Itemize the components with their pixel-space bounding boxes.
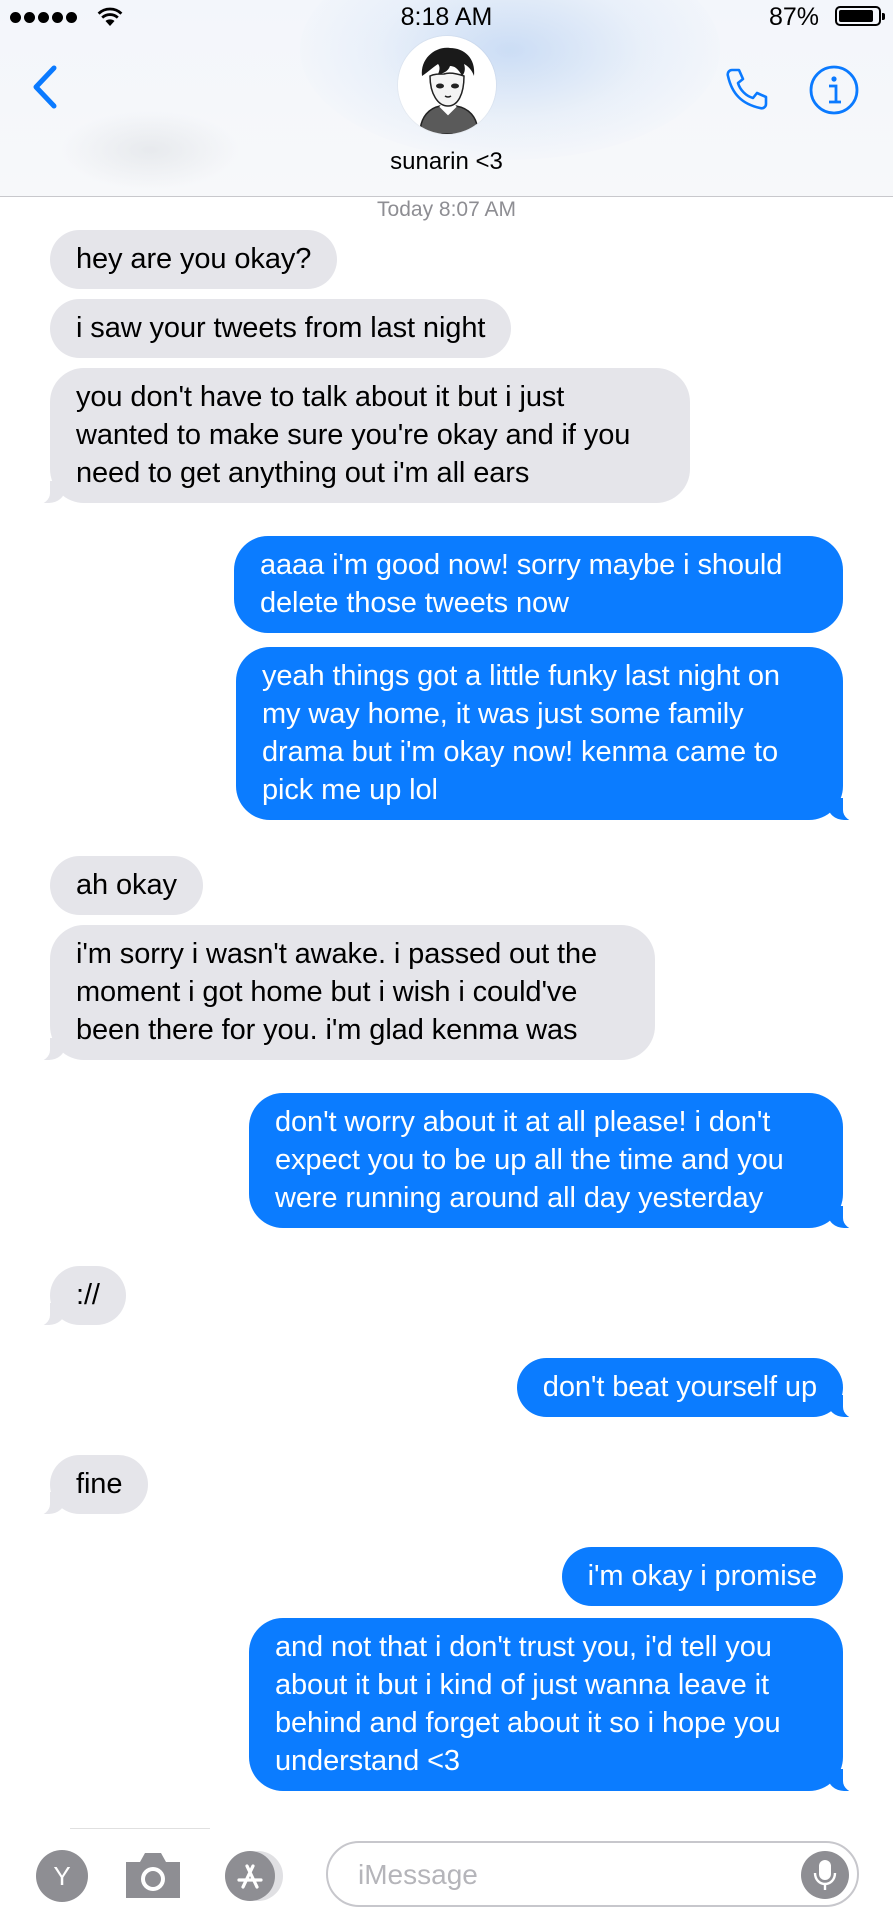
message-input-container[interactable] [326, 1841, 859, 1907]
phone-icon[interactable] [722, 64, 772, 114]
contact-name[interactable]: sunarin <3 [0, 148, 893, 176]
divider [70, 1828, 210, 1829]
contact-avatar[interactable] [398, 36, 496, 134]
camera-icon[interactable] [122, 1848, 184, 1902]
app-store-icon[interactable] [222, 1850, 286, 1902]
sent-message[interactable]: yeah things got a little funky last nigh… [236, 647, 865, 822]
sent-message[interactable]: don't beat yourself up [516, 1358, 866, 1419]
app-letter: Y [53, 1860, 71, 1891]
sent-message[interactable]: and not that i don't trust you, i'd tell… [249, 1618, 865, 1793]
avatar-drawing [398, 36, 496, 134]
battery-percentage: 87% [768, 3, 819, 31]
received-message[interactable]: fine [27, 1455, 149, 1516]
app-drawer-button[interactable]: Y [36, 1850, 88, 1902]
received-message[interactable]: ah okay [50, 856, 203, 915]
sent-message[interactable]: aaaa i'm good now! sorry maybe i should … [234, 536, 843, 633]
conversation-header: 8:18 AM 87% sunarin <3 [0, 0, 893, 197]
status-time: 8:18 AM [400, 3, 493, 31]
message-input[interactable] [356, 1843, 780, 1907]
sent-message[interactable]: don't worry about it at all please! i do… [249, 1093, 865, 1230]
sent-message[interactable]: i'm okay i promise [561, 1547, 843, 1606]
battery-icon [835, 6, 885, 26]
mic-glyph [813, 1860, 837, 1890]
received-message[interactable]: i saw your tweets from last night [50, 299, 512, 358]
chevron-left-icon[interactable] [28, 62, 60, 112]
info-icon[interactable] [808, 64, 860, 116]
received-message[interactable]: i'm sorry i wasn't awake. i passed out t… [28, 925, 655, 1062]
status-bar: 8:18 AM 87% [0, 0, 893, 36]
conversation-timestamp: Today 8:07 AM [377, 198, 516, 221]
microphone-icon[interactable] [801, 1851, 849, 1899]
received-message[interactable]: :// [28, 1266, 126, 1327]
received-message[interactable]: you don't have to talk about it but i ju… [28, 368, 690, 505]
received-message[interactable]: hey are you okay? [50, 230, 338, 289]
